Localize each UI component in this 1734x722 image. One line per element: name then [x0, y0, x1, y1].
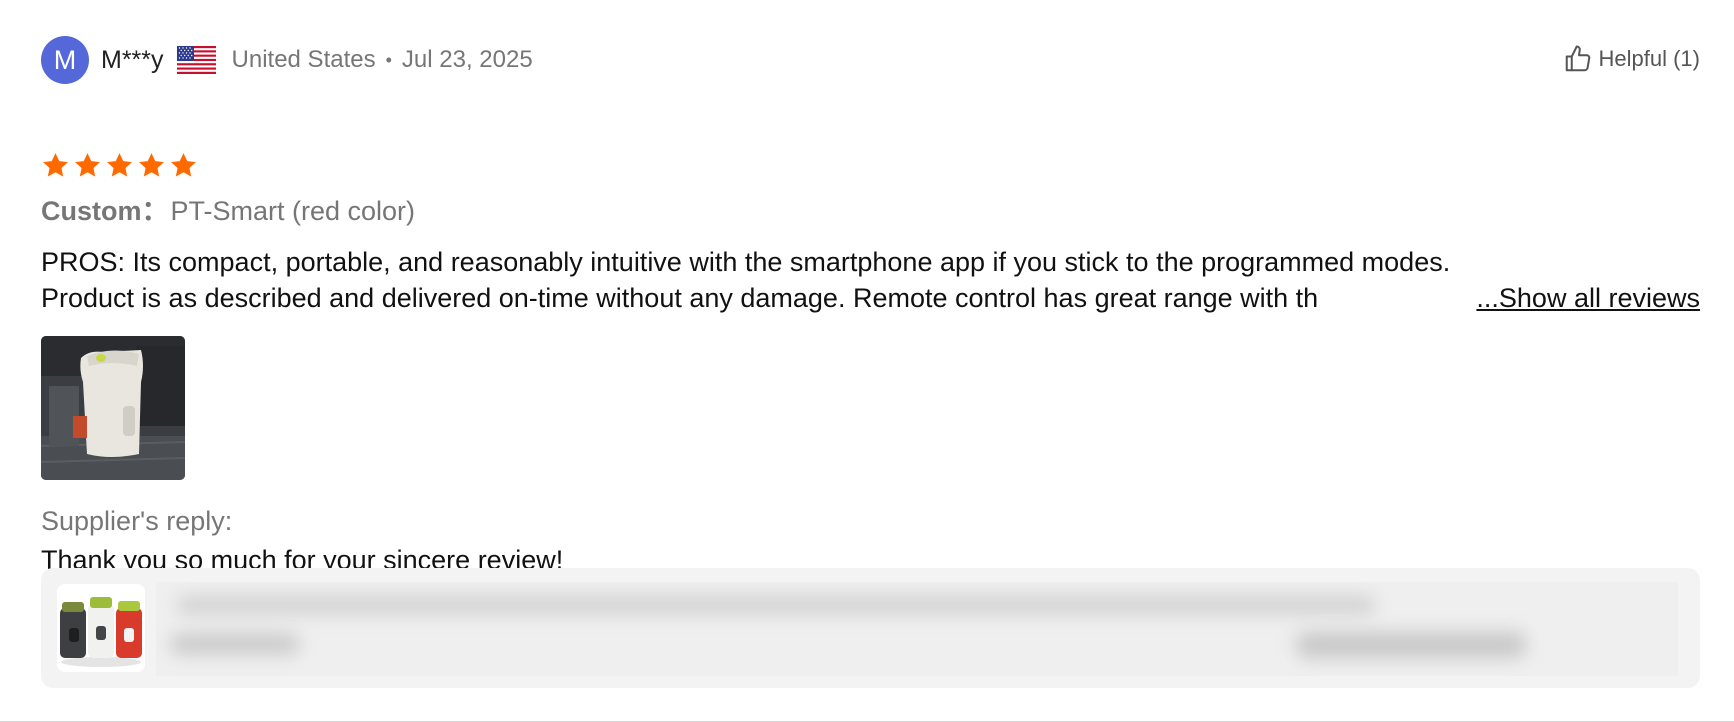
custom-option: Custom：PT-Smart (red color) [41, 189, 1700, 228]
star-icon [139, 153, 164, 177]
helpful-label: Helpful (1) [1598, 46, 1700, 71]
review-text-line: PROS: Its compact, portable, and reasona… [41, 247, 1451, 277]
review-text-line: Product is as described and delivered on… [41, 283, 1319, 313]
us-flag-icon [176, 46, 216, 74]
star-icon [107, 153, 132, 177]
star-icon [75, 153, 100, 177]
star-icon [171, 153, 196, 177]
helpful-button[interactable]: Helpful (1) [1563, 44, 1700, 74]
custom-label: Custom： [41, 196, 169, 226]
review-photo[interactable] [41, 336, 185, 480]
avatar: M [41, 36, 89, 84]
product-card[interactable] [41, 568, 1700, 688]
thumbs-up-icon [1565, 45, 1590, 72]
star-icon [43, 153, 68, 177]
supplier-reply-label: Supplier's reply: [41, 506, 233, 536]
custom-value: PT-Smart (red color) [170, 196, 416, 226]
star-rating [41, 151, 1700, 181]
review-text: PROS: Its compact, portable, and reasona… [41, 244, 1700, 316]
reviewer-name: M***y [101, 45, 164, 74]
reviewer-country: United States [231, 46, 376, 73]
review-date: Jul 23, 2025 [401, 46, 533, 73]
show-all-reviews-link[interactable]: ...Show all reviews [1476, 280, 1700, 316]
product-thumbnail[interactable] [57, 584, 145, 672]
review-item: M M***y United States • Jul 23, 2025 Hel… [41, 36, 1700, 576]
meta-separator: • [385, 49, 392, 70]
blurred-product-info [156, 582, 1678, 676]
review-header: M M***y United States • Jul 23, 2025 Hel… [41, 36, 1700, 84]
